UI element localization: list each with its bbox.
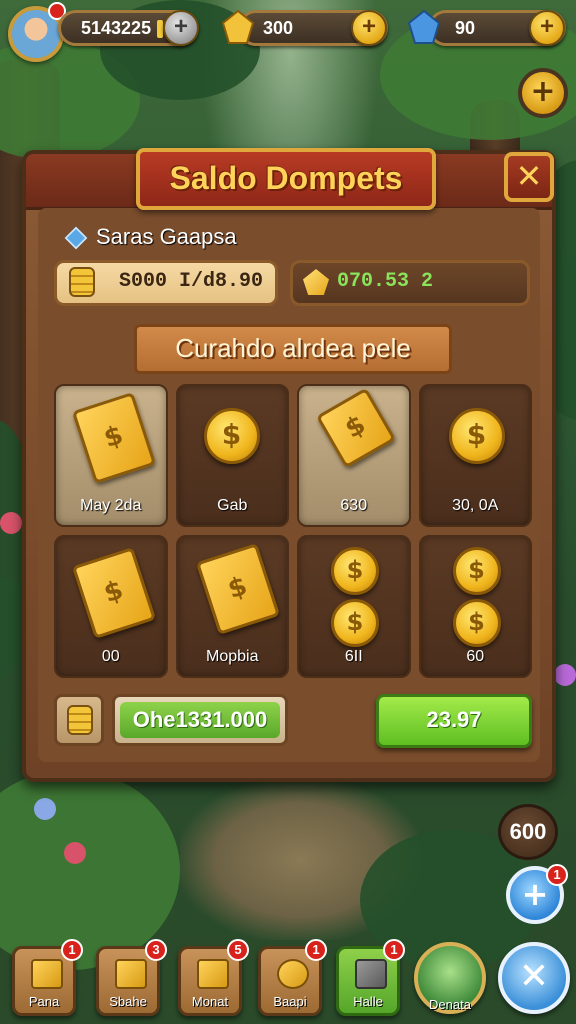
nav-badge: 5 <box>227 939 249 961</box>
shop-item-2[interactable]: $ Gab <box>175 384 289 527</box>
notification-badge: 1 <box>546 864 568 886</box>
shop-item-label: Gab <box>217 497 248 514</box>
gold-block-icon <box>31 959 63 989</box>
shop-item-6[interactable]: $ Mopbia <box>175 535 289 678</box>
coin-balance-field: S000 I/d8.90 <box>54 260 278 306</box>
nav-item-denata[interactable]: Denata <box>414 942 486 1014</box>
shop-item-label: 00 <box>101 648 120 665</box>
nav-label: Pana <box>28 994 60 1009</box>
coin-icon: $ <box>331 599 379 647</box>
coin-stack-icon <box>67 705 93 735</box>
coin-icon: $ <box>452 547 501 595</box>
section-title: Saras Gaapsa <box>64 224 237 250</box>
bill-icon: $ <box>315 387 397 469</box>
gold-gem-counter: 300 + <box>221 9 388 46</box>
nav-badge: 1 <box>61 939 83 961</box>
bill-icon: $ <box>71 546 157 640</box>
shop-item-label: May 2da <box>80 497 142 514</box>
shop-item-1[interactable]: $ May 2da <box>54 384 168 527</box>
shop-item-label: 630 <box>340 497 368 514</box>
nav-item-monat[interactable]: Monat 5 <box>178 939 249 1016</box>
blue-gem-counter: 90 + <box>407 9 566 46</box>
gold-bars-icon <box>197 959 229 989</box>
nav-badge: 1 <box>305 939 327 961</box>
bill-icon: $ <box>71 391 157 485</box>
coin-icon: $ <box>203 408 260 464</box>
section-title-text: Saras Gaapsa <box>96 224 237 249</box>
panel-title: Saldo Dompets <box>169 160 403 196</box>
blue-gem-icon <box>407 9 441 44</box>
coin-icon: $ <box>448 408 505 464</box>
shop-item-label: 30, 0A <box>452 497 499 514</box>
blue-gem-value: 90 <box>455 18 476 38</box>
coin-icon: $ <box>452 599 501 647</box>
gem-balance-value: 070.53 2 <box>337 270 434 293</box>
coin-stack-icon <box>277 959 309 989</box>
nav-label: Baapi <box>273 994 307 1009</box>
shop-item-3[interactable]: $ 630 <box>297 384 411 527</box>
shop-item-4[interactable]: $ 30, 0A <box>418 384 532 527</box>
total-value: Ohe1331.000 <box>120 702 280 738</box>
coin-icon: $ <box>331 547 379 595</box>
shop-item-label: 6II <box>344 648 363 665</box>
gold-gem-icon <box>303 269 329 295</box>
bill-icon: $ <box>195 542 280 636</box>
coin-balance-value: S000 I/d8.90 <box>118 270 263 293</box>
nav-badge: 3 <box>145 939 167 961</box>
buy-button[interactable]: 23.97 <box>376 694 532 748</box>
nav-badge: 1 <box>383 939 405 961</box>
coin-stack-button[interactable] <box>54 694 104 746</box>
shop-item-label: 60 <box>466 648 485 665</box>
gold-gem-add-button[interactable]: + <box>351 10 387 46</box>
diamond-icon <box>64 226 88 250</box>
shop-item-7[interactable]: $ $ 6II <box>297 535 411 678</box>
nav-label: Monat <box>191 994 229 1009</box>
shop-subtitle: Curahdo alrdea pele <box>134 324 452 374</box>
total-field: Ohe1331.000 <box>112 694 288 746</box>
shop-item-label: Mopbia <box>206 648 259 665</box>
top-hud: 5143225 + 300 + 90 + <box>0 2 576 62</box>
blue-gem-add-button[interactable]: + <box>529 10 565 46</box>
nav-label: Denata <box>429 997 471 1012</box>
gold-stack-icon <box>115 959 147 989</box>
purchase-row: Ohe1331.000 23.97 <box>54 694 532 752</box>
close-button[interactable]: ✕ <box>504 152 554 202</box>
nav-label: Sbahe <box>109 994 147 1009</box>
gem-balance-field: 070.53 2 <box>290 260 530 306</box>
shop-item-5[interactable]: $ 00 <box>54 535 168 678</box>
shop-grid: $ May 2da $ Gab $ 630 $ 30, 0A $ 00 $ Mo… <box>54 384 532 678</box>
nav-label: Halle <box>353 994 383 1009</box>
nav-item-halle[interactable]: Halle 1 <box>336 939 405 1016</box>
currency-add-button[interactable]: + <box>163 10 199 46</box>
side-add-button[interactable]: + <box>518 68 568 118</box>
nav-item-baapi[interactable]: Baapi 1 <box>258 939 327 1016</box>
currency-value: 5143225 <box>81 18 152 38</box>
timer-button[interactable]: 600 <box>498 804 558 860</box>
wallet-panel: Saldo Dompets ✕ Saras Gaapsa S000 I/d8.9… <box>22 148 556 782</box>
shop-item-8[interactable]: $ $ 60 <box>418 535 532 678</box>
gold-gem-value: 300 <box>263 18 294 38</box>
nav-item-sbahe[interactable]: Sbahe 3 <box>96 939 167 1016</box>
nav-item-pana[interactable]: Pana 1 <box>12 939 83 1016</box>
gold-gem-icon <box>221 9 255 44</box>
trash-can-icon <box>355 959 387 989</box>
coin-stack-icon <box>69 267 95 297</box>
panel-title-plate: Saldo Dompets <box>136 148 436 210</box>
currency-counter: 5143225 + <box>58 10 199 46</box>
sword-button[interactable]: ✕ <box>498 942 570 1014</box>
bottom-nav: Pana 1 Sbahe 3 Monat 5 Baapi 1 Halle 1 D… <box>0 934 576 1024</box>
